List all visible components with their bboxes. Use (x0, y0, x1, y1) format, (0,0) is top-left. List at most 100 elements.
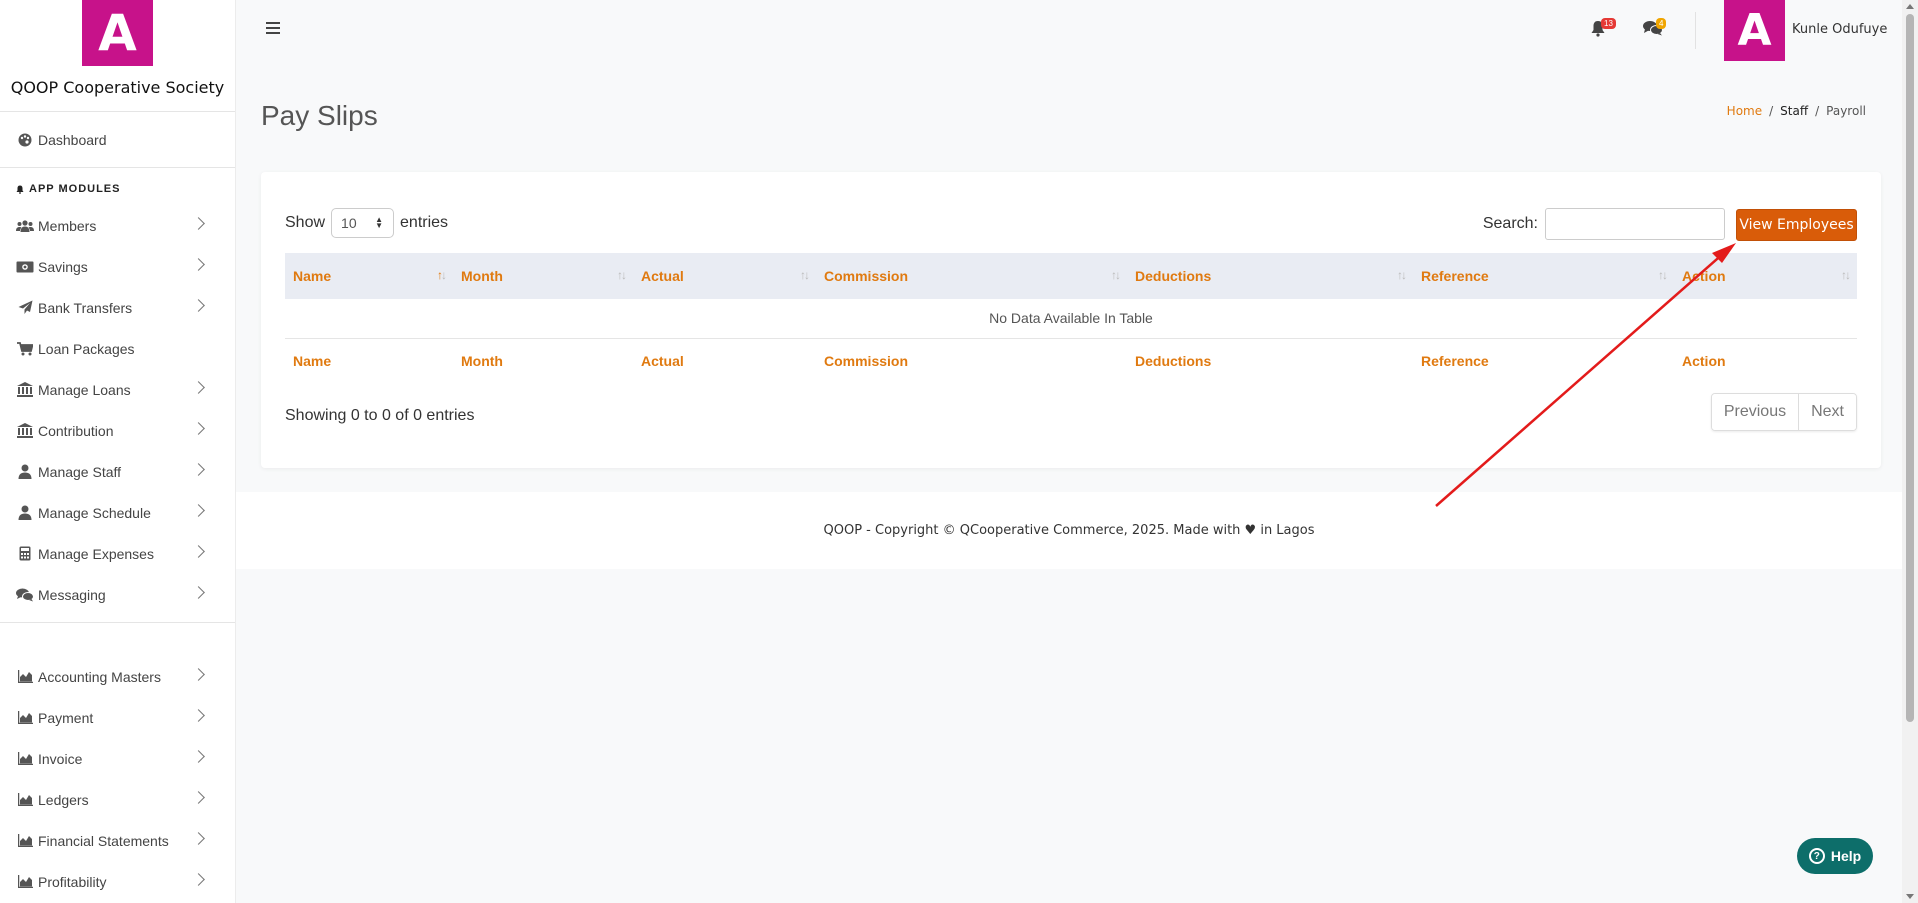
user-icon (16, 464, 34, 480)
table-footer-row: Name Month Actual Commission Deductions … (285, 338, 1857, 384)
sidebar-item-label: Payment (38, 709, 94, 726)
sidebar: A QOOP Cooperative Society Dashboard APP… (0, 0, 236, 903)
section-label-app-modules: APP MODULES (0, 168, 235, 205)
column-header-reference[interactable]: Reference ↑↓ (1413, 253, 1674, 299)
next-page-button[interactable]: Next (1798, 394, 1856, 430)
scrollbar-thumb[interactable] (1906, 14, 1914, 722)
sidebar-item-dashboard[interactable]: Dashboard (0, 112, 235, 167)
footer: QOOP - Copyright © QCooperative Commerce… (236, 492, 1902, 569)
footer-header-deductions: Deductions (1135, 353, 1212, 370)
sidebar-item-messaging[interactable]: Messaging (0, 574, 235, 615)
table-row: No Data Available In Table (285, 299, 1857, 339)
chevron-right-icon (192, 463, 205, 476)
footer-header-month: Month (461, 353, 503, 370)
sidebar-item-label: Savings (38, 258, 88, 275)
help-button[interactable]: ? Help (1797, 838, 1873, 874)
chevron-right-icon (192, 545, 205, 558)
sidebar-item-label: Members (38, 217, 97, 234)
payslips-table: Name ↑↓ Month ↑↓ Actual ↑↓ Commission ↑↓ Ded… (285, 253, 1857, 384)
footer-header-actual: Actual (641, 353, 684, 370)
page-title: Pay Slips (261, 100, 378, 131)
sidebar-item-payment[interactable]: Payment (0, 697, 235, 738)
avatar[interactable]: A (1724, 0, 1785, 61)
previous-page-button[interactable]: Previous (1711, 394, 1799, 430)
sidebar-item-financial-statements[interactable]: Financial Statements (0, 820, 235, 861)
breadcrumb-home[interactable]: Home (1727, 104, 1762, 118)
sidebar-item-label: Invoice (38, 750, 83, 767)
sidebar-item-manage-staff[interactable]: Manage Staff (0, 451, 235, 492)
sidebar-item-invoice[interactable]: Invoice (0, 738, 235, 779)
view-employees-button[interactable]: View Employees (1736, 209, 1857, 241)
page-scrollbar[interactable] (1902, 0, 1918, 903)
calculator-icon (16, 546, 34, 562)
payslips-card: Show 10 ▲ ▼ entries Search: View Employee… (261, 172, 1881, 468)
sidebar-item-bank-transfers[interactable]: Bank Transfers (0, 287, 235, 328)
scroll-down-icon[interactable] (1906, 894, 1914, 899)
sidebar-item-contribution[interactable]: Contribution (0, 410, 235, 451)
sidebar-item-manage-expenses[interactable]: Manage Expenses (0, 533, 235, 574)
sidebar-item-label: Dashboard (38, 131, 107, 148)
chevron-right-icon (192, 504, 205, 517)
column-header-action[interactable]: Action ↑↓ (1674, 253, 1857, 299)
chart-area-icon (16, 669, 34, 685)
bank-icon (16, 423, 34, 439)
sidebar-item-savings[interactable]: Savings (0, 246, 235, 287)
chart-area-icon (16, 751, 34, 767)
divider (1695, 12, 1696, 49)
sidebar-item-manage-loans[interactable]: Manage Loans (0, 369, 235, 410)
column-header-commission[interactable]: Commission ↑↓ (816, 253, 1127, 299)
sidebar-item-ledgers[interactable]: Ledgers (0, 779, 235, 820)
sort-icon: ↑↓ (1397, 268, 1407, 282)
sort-icon: ↑↓ (1111, 268, 1121, 282)
sidebar-item-label: Financial Statements (38, 832, 169, 849)
brand-name[interactable]: QOOP Cooperative Society (0, 78, 235, 97)
user-name[interactable]: Kunle Odufuye (1792, 22, 1887, 37)
chevron-right-icon (192, 668, 205, 681)
sort-icon: ↑↓ (1658, 268, 1668, 282)
sidebar-item-label: Manage Loans (38, 381, 131, 398)
sidebar-item-label: Bank Transfers (38, 299, 133, 316)
footer-header-name: Name (293, 353, 332, 370)
scroll-up-icon[interactable] (1906, 4, 1914, 9)
sidebar-item-label: Manage Expenses (38, 545, 154, 562)
entries-select-value: 10 (341, 215, 357, 231)
empty-table-message: No Data Available In Table (285, 299, 1857, 339)
brand-logo[interactable]: A (82, 0, 153, 66)
bank-icon (16, 382, 34, 398)
sidebar-item-manage-schedule[interactable]: Manage Schedule (0, 492, 235, 533)
table-info: Showing 0 to 0 of 0 entries (285, 407, 475, 424)
chevron-right-icon (192, 299, 205, 312)
sort-icon: ↑↓ (1841, 268, 1851, 282)
column-header-month[interactable]: Month ↑↓ (453, 253, 633, 299)
sort-icon: ↑↓ (617, 268, 627, 282)
sidebar-item-accounting-masters[interactable]: Accounting Masters (0, 656, 235, 697)
column-header-deductions[interactable]: Deductions ↑↓ (1127, 253, 1413, 299)
help-label: Help (1830, 848, 1862, 864)
chevron-right-icon (192, 422, 205, 435)
column-header-name[interactable]: Name ↑↓ (285, 253, 453, 299)
chevron-right-icon (192, 709, 205, 722)
chart-area-icon (16, 710, 34, 726)
topbar: 13 4 A Kunle Odufuye (236, 0, 1902, 61)
chart-area-icon (16, 833, 34, 849)
entries-select[interactable]: 10 ▲ ▼ (331, 208, 395, 238)
pagination: Previous Next (1710, 393, 1857, 431)
messages-badge: 4 (1656, 18, 1667, 29)
brand: A QOOP Cooperative Society (0, 0, 235, 112)
sidebar-item-label: Ledgers (38, 791, 89, 808)
section-label-text: APP MODULES (29, 183, 121, 195)
sidebar-item-profitability[interactable]: Profitability (0, 861, 235, 902)
messages-comments-icon[interactable]: 4 (1643, 18, 1667, 40)
column-header-actual[interactable]: Actual ↑↓ (633, 253, 816, 299)
sidebar-item-label: Messaging (38, 586, 106, 603)
search-control: Search: (1483, 208, 1725, 240)
notifications-bell-icon[interactable]: 13 (1590, 18, 1616, 40)
sidebar-item-members[interactable]: Members (0, 205, 235, 246)
breadcrumb-current: Payroll (1826, 104, 1866, 118)
chevron-right-icon (192, 791, 205, 804)
breadcrumb-section: Staff (1780, 104, 1809, 118)
menu-toggle-icon[interactable] (266, 22, 280, 34)
sidebar-item-loan-packages[interactable]: Loan Packages (0, 328, 235, 369)
search-input[interactable] (1545, 208, 1725, 240)
chevron-right-icon (192, 750, 205, 763)
